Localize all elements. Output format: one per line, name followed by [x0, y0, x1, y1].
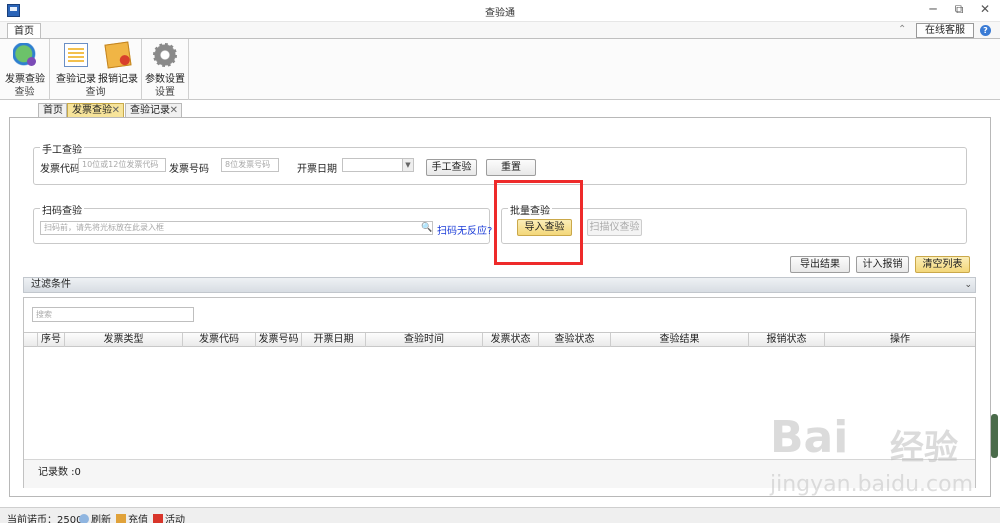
collapse-ribbon-icon[interactable]: ⌃: [898, 24, 906, 35]
chevron-down-icon[interactable]: ▼: [402, 159, 413, 171]
column-header[interactable]: 操作: [825, 333, 975, 347]
search-icon[interactable]: 🔍: [421, 223, 432, 233]
add-reimburse-button[interactable]: 计入报销: [856, 256, 909, 273]
column-header[interactable]: 序号: [38, 333, 65, 347]
invoice-check-button[interactable]: 发票查验: [3, 41, 47, 85]
invoice-code-input[interactable]: 10位或12位发票代码: [78, 158, 166, 172]
ribbon-group-query: 查验记录 报销记录 查询: [50, 39, 142, 100]
close-button[interactable]: ✕: [978, 2, 992, 17]
doc-tab-check-record[interactable]: 查验记录 ✕: [125, 103, 182, 118]
doc-tab-label: 首页: [43, 105, 63, 116]
close-tab-icon[interactable]: ✕: [170, 104, 178, 117]
column-header[interactable]: 查验结果: [611, 333, 749, 347]
ribbon-group-label: 设置: [155, 87, 175, 98]
reset-button[interactable]: 重置: [486, 159, 536, 176]
invoice-date-label: 开票日期: [297, 164, 337, 175]
ribbon-group-settings: 参数设置 设置: [142, 39, 189, 100]
balance-text: 当前诺币：2500: [7, 515, 83, 523]
invoice-check-icon: [13, 43, 37, 67]
chevron-down-icon[interactable]: ⌄: [964, 278, 972, 292]
scrollbar-thumb[interactable]: [991, 414, 998, 458]
column-header[interactable]: 发票状态: [483, 333, 539, 347]
scan-input[interactable]: 扫码前，请先将光标放在此录入框 🔍: [40, 221, 433, 235]
minimize-button[interactable]: ─: [926, 2, 940, 17]
clear-list-button[interactable]: 清空列表: [915, 256, 970, 273]
results-grid: 搜索 序号 发票类型 发票代码 发票号码 开票日期 查验时间 发票状态 查验状态…: [23, 297, 976, 488]
status-bar: 当前诺币：2500 刷新 充值 活动: [0, 507, 1000, 523]
recharge-icon: [116, 514, 126, 523]
column-header[interactable]: 查验状态: [539, 333, 611, 347]
grid-search-input[interactable]: 搜索: [32, 307, 194, 322]
gear-icon: [153, 43, 177, 67]
record-count: 记录数 :0: [24, 459, 975, 488]
column-header[interactable]: 报销状态: [749, 333, 825, 347]
doc-tab-home[interactable]: 首页: [38, 103, 67, 118]
refresh-icon: [79, 514, 89, 523]
scan-no-response-link[interactable]: 扫码无反应?: [437, 222, 492, 237]
scan-input-placeholder: 扫码前，请先将光标放在此录入框: [44, 223, 164, 232]
manual-check-button[interactable]: 手工查验: [426, 159, 477, 176]
column-header[interactable]: 发票号码: [256, 333, 302, 347]
ribbon-tab-strip: 首页 ⌃ 在线客服 ?: [0, 22, 1000, 40]
document-tabs: 首页 发票查验 ✕ 查验记录 ✕: [0, 101, 1000, 118]
doc-tab-invoice-check[interactable]: 发票查验 ✕: [67, 103, 124, 118]
settings-button[interactable]: 参数设置: [143, 41, 187, 85]
column-header[interactable]: 开票日期: [302, 333, 366, 347]
export-results-button[interactable]: 导出结果: [790, 256, 850, 273]
invoice-number-label: 发票号码: [169, 164, 209, 175]
table-header: 序号 发票类型 发票代码 发票号码 开票日期 查验时间 发票状态 查验状态 查验…: [24, 332, 975, 347]
doc-tab-label: 发票查验: [72, 105, 112, 116]
column-header[interactable]: 发票类型: [65, 333, 183, 347]
record-list-icon: [64, 43, 88, 67]
scan-check-legend: 扫码查验: [40, 202, 84, 217]
gift-icon: [153, 514, 163, 523]
invoice-number-input[interactable]: 8位发票号码: [221, 158, 279, 172]
column-header[interactable]: 查验时间: [366, 333, 483, 347]
ribbon: 发票查验 查验 查验记录 报销记录 查询 参数设置 设置: [0, 38, 1000, 100]
table-body: [24, 348, 975, 458]
scanner-check-button[interactable]: 扫描仪查验: [587, 219, 642, 236]
invoice-date-picker[interactable]: ▼: [342, 158, 414, 172]
recharge-label: 充值: [128, 515, 148, 523]
filter-bar[interactable]: 过滤条件 ⌄: [23, 277, 976, 293]
window-controls: ─ ⧉ ✕: [926, 2, 992, 17]
ribbon-group-check: 发票查验 查验: [0, 39, 50, 100]
title-bar: 查验通 ─ ⧉ ✕: [0, 0, 1000, 22]
ribbon-group-label: 查询: [85, 87, 106, 98]
window-title: 查验通: [485, 8, 515, 19]
online-service-button[interactable]: 在线客服: [916, 23, 974, 38]
column-header-indicator: [24, 333, 38, 347]
reimburse-icon: [104, 41, 132, 69]
invoice-code-label: 发票代码: [40, 164, 80, 175]
activity-label: 活动: [165, 515, 185, 523]
doc-tab-label: 查验记录: [130, 105, 170, 116]
ribbon-group-label: 查验: [14, 87, 35, 98]
refresh-label: 刷新: [91, 515, 111, 523]
restore-button[interactable]: ⧉: [952, 2, 966, 17]
manual-check-legend: 手工查验: [40, 141, 84, 156]
column-header[interactable]: 发票代码: [183, 333, 256, 347]
close-tab-icon[interactable]: ✕: [112, 104, 120, 117]
filter-label: 过滤条件: [31, 279, 71, 290]
check-record-button[interactable]: 查验记录: [54, 41, 98, 85]
recharge-link[interactable]: 充值: [116, 511, 148, 523]
activity-link[interactable]: 活动: [153, 511, 185, 523]
refresh-link[interactable]: 刷新: [79, 511, 111, 523]
help-icon[interactable]: ?: [980, 25, 991, 36]
highlight-box: [494, 180, 583, 265]
reimburse-record-button[interactable]: 报销记录: [96, 41, 140, 85]
